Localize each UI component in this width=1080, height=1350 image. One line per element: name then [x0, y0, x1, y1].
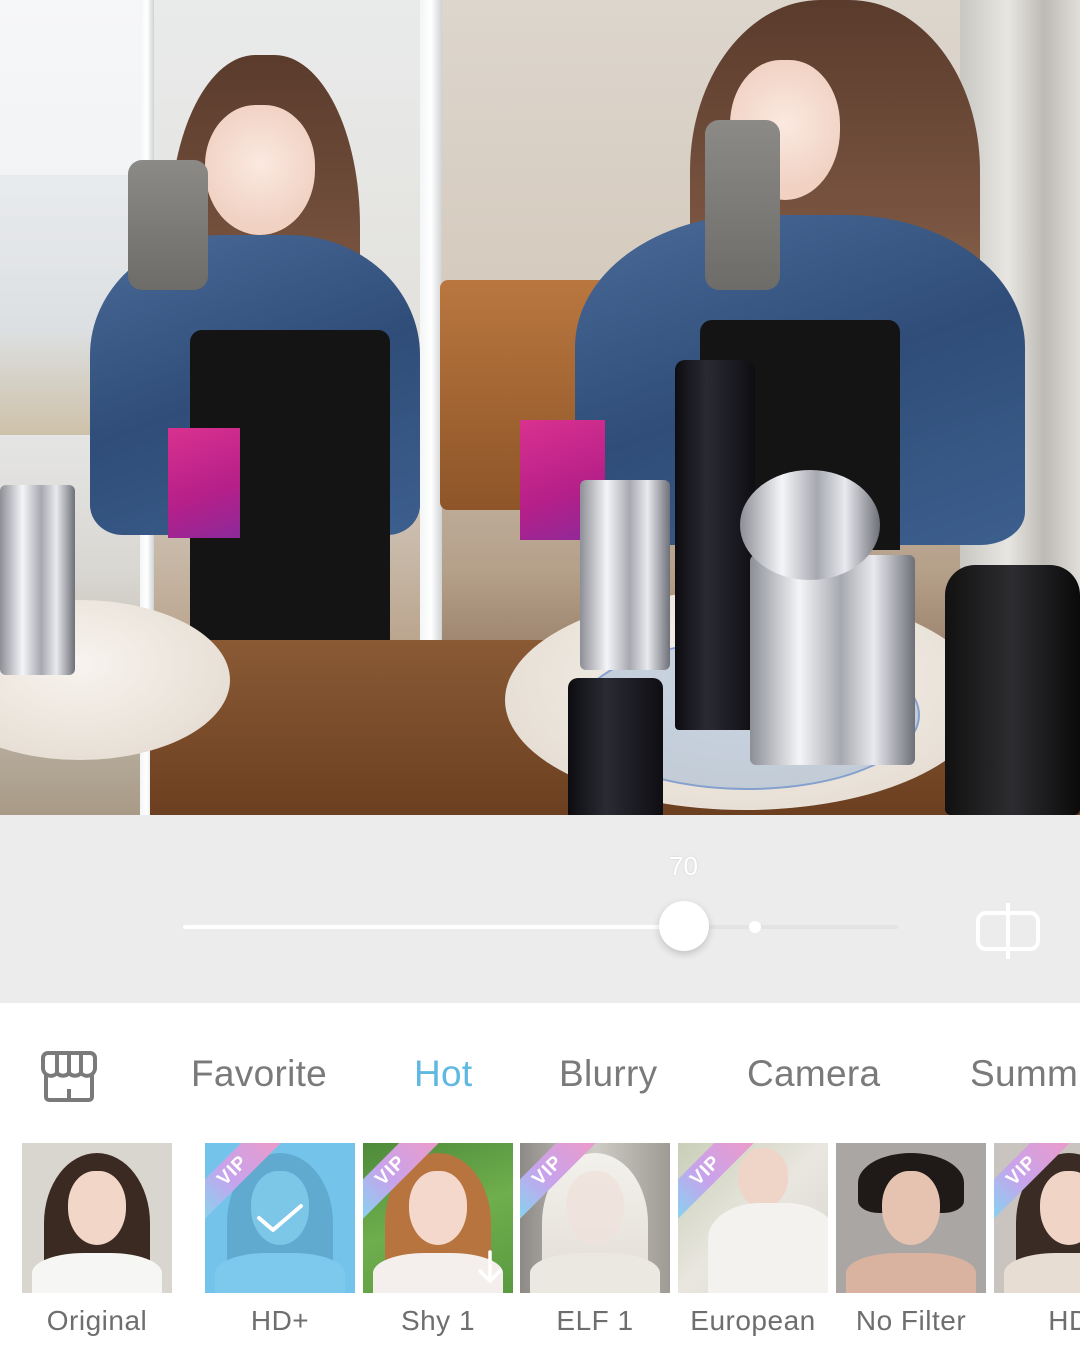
filter-no-filter[interactable]: No Filter: [836, 1143, 986, 1350]
intensity-slider-thumb[interactable]: [658, 901, 709, 951]
compare-button[interactable]: [972, 901, 1044, 961]
tab-camera[interactable]: Camera: [747, 1053, 880, 1095]
store-icon: [41, 1051, 97, 1102]
cocktail-shaker: [580, 480, 670, 670]
filter-original[interactable]: Original: [22, 1143, 172, 1350]
filter-shy-1[interactable]: VIP Shy 1: [363, 1143, 513, 1350]
compare-split-icon: [976, 903, 1040, 959]
filter-label: HD: [1048, 1305, 1080, 1336]
filter-thumbnail: [836, 1143, 986, 1293]
tab-blurry[interactable]: Blurry: [559, 1053, 657, 1095]
filter-label: Original: [46, 1305, 148, 1336]
filter-thumbnail: VIP: [363, 1143, 513, 1293]
intensity-slider-track[interactable]: [183, 925, 898, 929]
person-reflection-face: [205, 105, 315, 235]
enjoy-card-left: [168, 428, 240, 538]
strainer: [740, 470, 880, 580]
intensity-slider-fill: [183, 925, 684, 929]
checkmark-icon: [257, 1204, 303, 1232]
filter-store-button[interactable]: [40, 1049, 98, 1103]
person-phone: [705, 120, 780, 290]
bottle-foreground: [568, 678, 663, 815]
filter-thumbnail: VIP: [678, 1143, 828, 1293]
filter-thumbnail: [22, 1143, 172, 1293]
default-value-marker: [749, 921, 761, 933]
tab-favorite[interactable]: Favorite: [191, 1053, 327, 1095]
tab-summer[interactable]: Summ: [970, 1053, 1078, 1095]
filter-thumbnail: VIP: [520, 1143, 670, 1293]
wine-bottle: [675, 360, 755, 730]
tab-hot[interactable]: Hot: [414, 1053, 472, 1095]
intensity-value: 70: [669, 851, 698, 881]
ice-bucket: [750, 555, 915, 765]
download-icon: [478, 1250, 502, 1283]
filter-list: Original VIP HD+ VIP Shy 1 VIP ELF 1 VIP…: [0, 1143, 1080, 1350]
filter-hd[interactable]: VIP HD: [994, 1143, 1080, 1350]
filter-elf-1[interactable]: VIP ELF 1: [520, 1143, 670, 1350]
kettle: [945, 565, 1080, 815]
filter-thumbnail: VIP: [994, 1143, 1080, 1293]
person-reflection-phone: [128, 160, 208, 290]
filter-hd-plus[interactable]: VIP HD+: [205, 1143, 355, 1350]
photo-preview: [0, 0, 1080, 815]
filter-european[interactable]: VIP European: [678, 1143, 828, 1350]
intensity-panel: 70: [0, 815, 1080, 1003]
shaker-left: [0, 485, 75, 675]
filter-thumbnail: VIP: [205, 1143, 355, 1293]
filter-category-tabs: Favorite Hot Blurry Camera Summ: [0, 1003, 1080, 1143]
